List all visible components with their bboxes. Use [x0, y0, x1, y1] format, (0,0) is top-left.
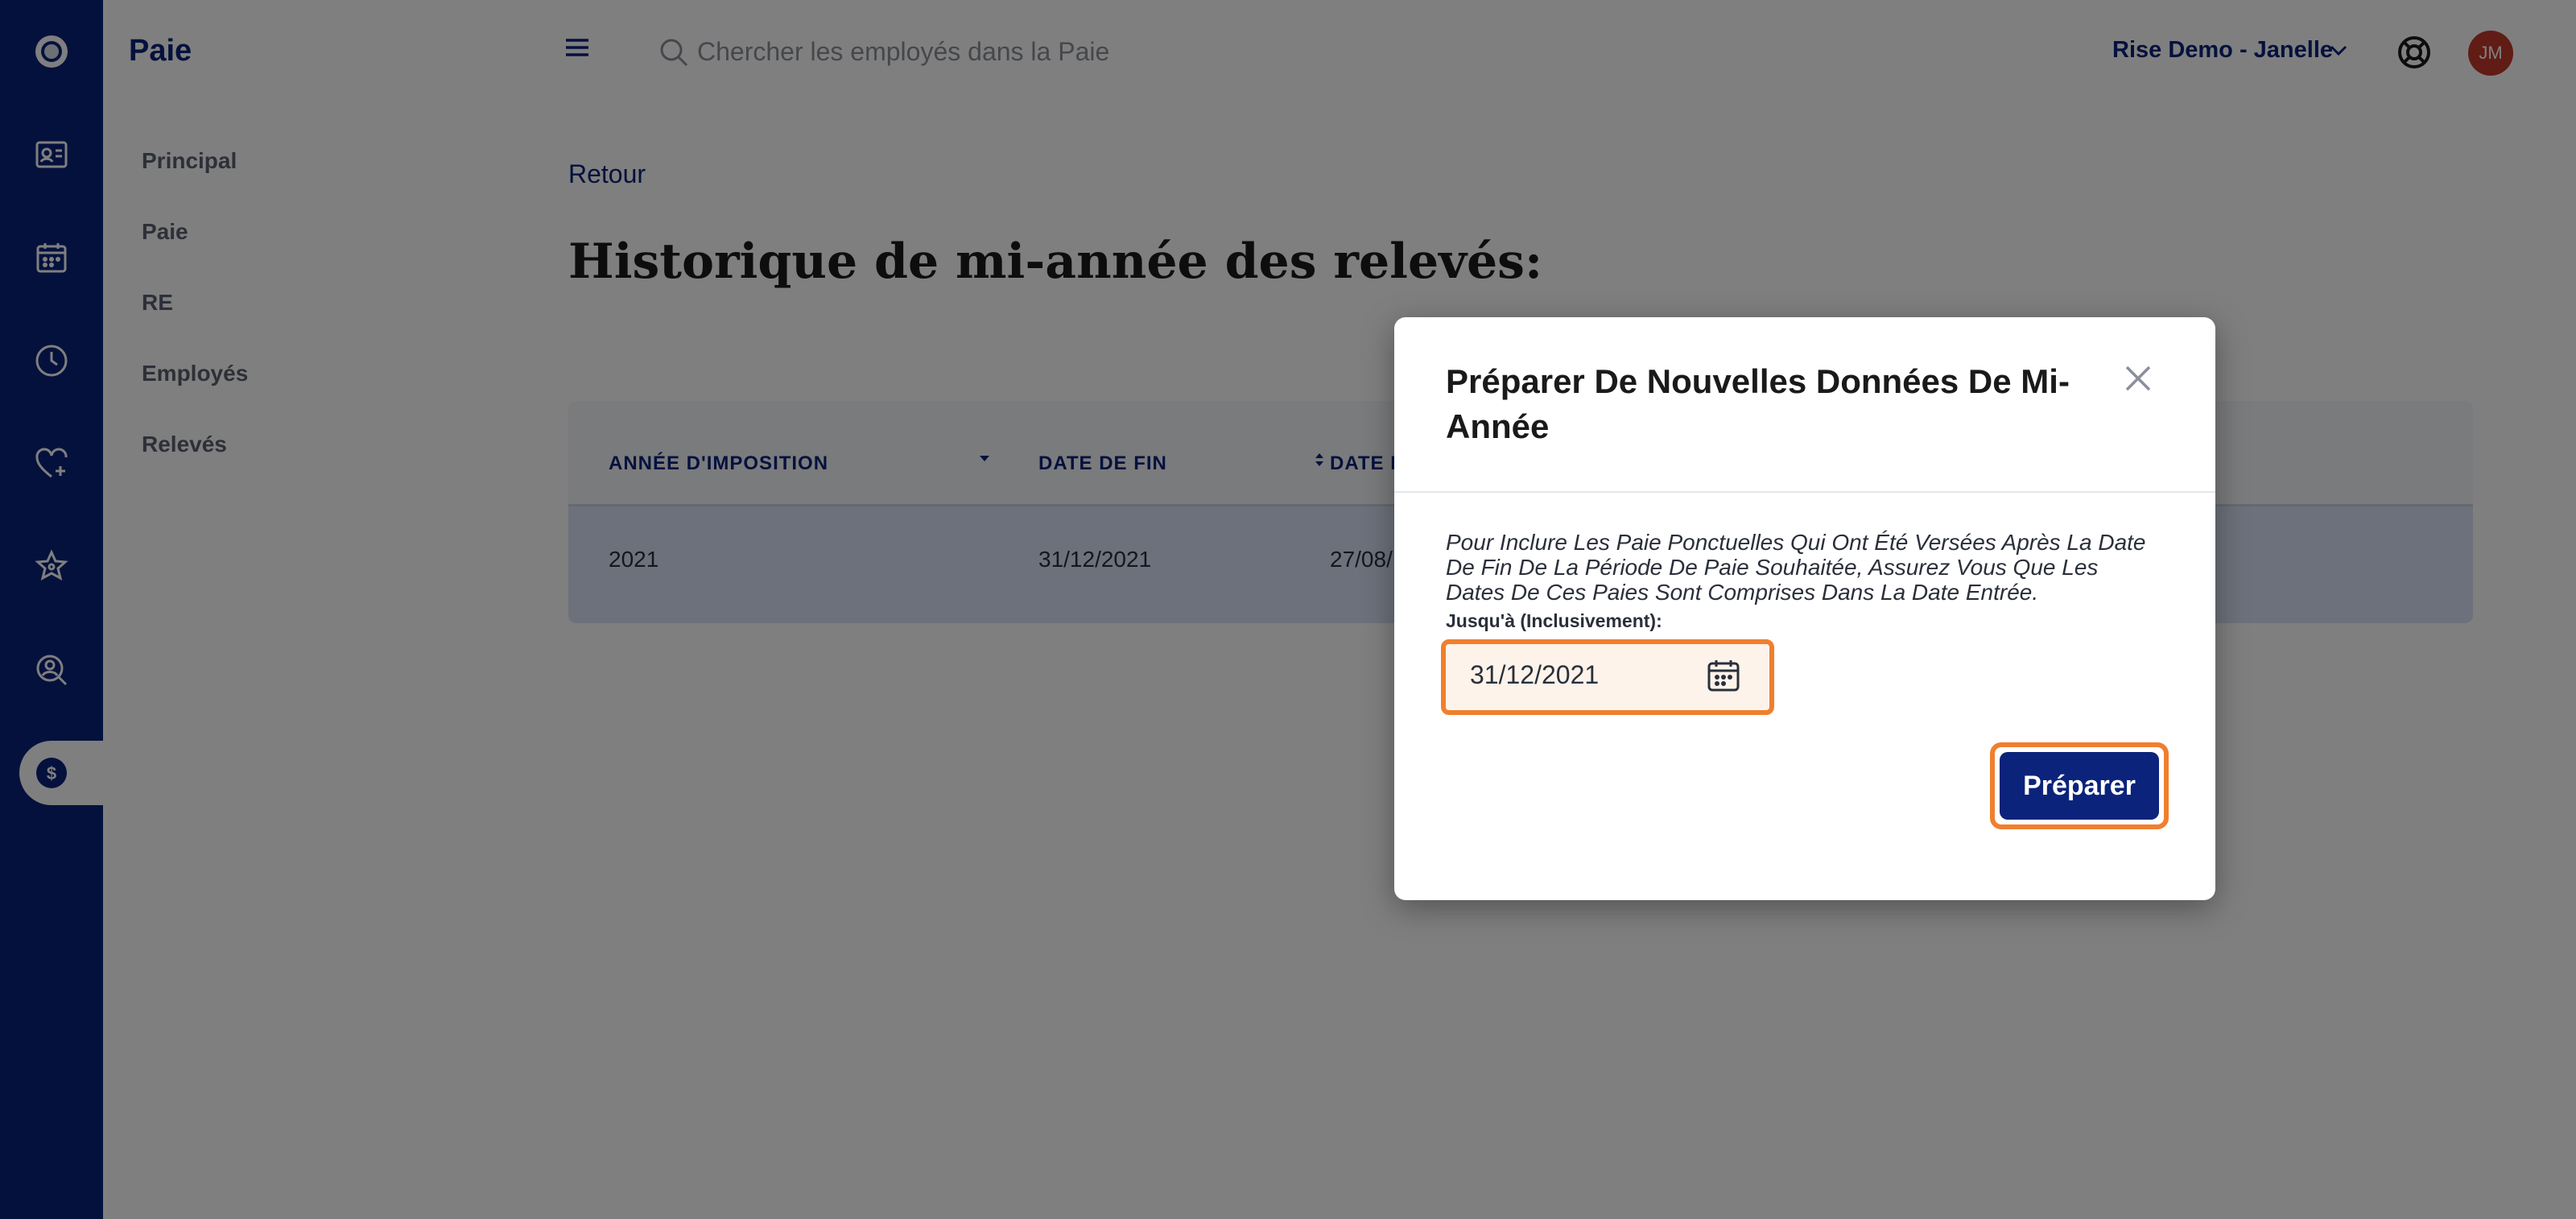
close-icon[interactable] [2122, 362, 2154, 399]
dialog-title: Préparer De Nouvelles Données De Mi-Anné… [1446, 362, 2070, 445]
calendar-picker-icon[interactable] [1705, 657, 1742, 698]
dialog-description: Pour Inclure Les Paie Ponctuelles Qui On… [1446, 530, 2146, 605]
date-input[interactable]: 31/12/2021 [1441, 639, 1774, 715]
prepare-button[interactable]: Préparer [2000, 752, 2159, 820]
date-field-label: Jusqu'à (Inclusivement): [1446, 610, 1662, 631]
prepare-button-highlight: Préparer [1990, 742, 2169, 829]
prepare-dialog: Préparer De Nouvelles Données De Mi-Anné… [1394, 317, 2215, 900]
date-input-inner: 31/12/2021 [1446, 644, 1769, 710]
dialog-divider [1394, 491, 2215, 493]
date-value: 31/12/2021 [1470, 660, 1600, 689]
